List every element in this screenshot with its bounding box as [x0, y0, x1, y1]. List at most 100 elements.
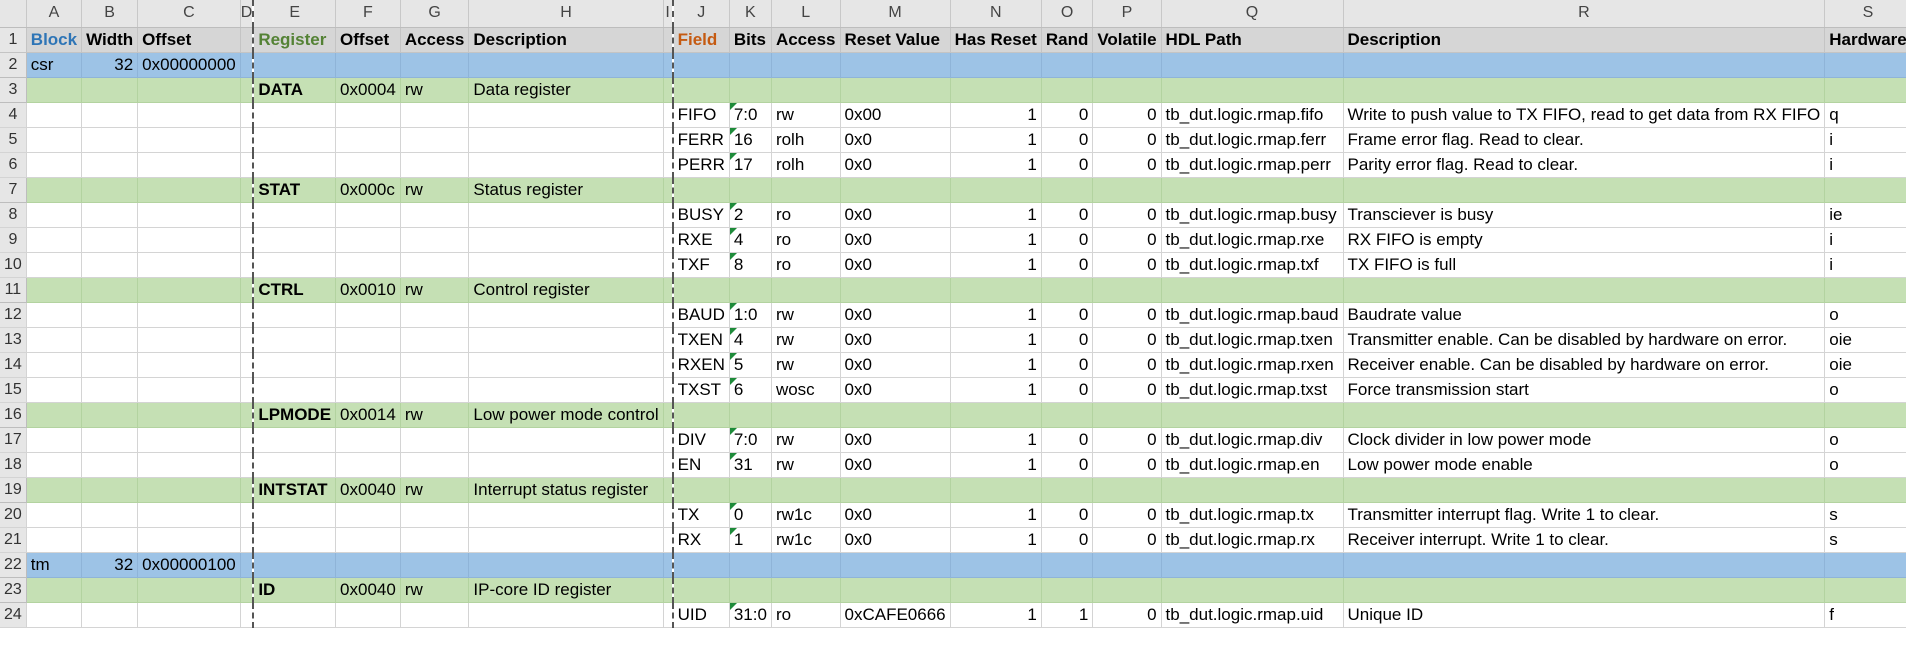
cell[interactable]	[400, 327, 470, 353]
cell[interactable]: BAUD	[671, 302, 730, 328]
cell[interactable]	[137, 502, 241, 528]
cell[interactable]: 7:0	[729, 102, 772, 128]
cell[interactable]: FIFO	[671, 102, 730, 128]
cell[interactable]	[26, 277, 83, 303]
cell[interactable]: DIV	[671, 427, 730, 453]
cell[interactable]	[137, 302, 241, 328]
cell[interactable]: Parity error flag. Read to clear.	[1343, 152, 1826, 178]
cell[interactable]	[81, 602, 139, 628]
cell[interactable]	[771, 77, 841, 103]
cell[interactable]: 1	[950, 352, 1042, 378]
cell[interactable]: Register	[252, 27, 337, 53]
cell[interactable]: 0x0	[840, 252, 951, 278]
cell[interactable]: Transciever is busy	[1343, 202, 1826, 228]
cell[interactable]: Volatile	[1092, 27, 1162, 53]
cell[interactable]: 0x0004	[335, 77, 401, 103]
row-header[interactable]: 9	[0, 227, 27, 253]
cell[interactable]	[26, 427, 83, 453]
cell[interactable]: 1	[950, 377, 1042, 403]
cell[interactable]	[468, 602, 664, 628]
cell[interactable]	[1343, 402, 1826, 428]
cell[interactable]	[468, 527, 664, 553]
cell[interactable]	[1161, 177, 1344, 203]
cell[interactable]	[335, 502, 401, 528]
cell[interactable]	[400, 602, 470, 628]
column-header[interactable]: R	[1343, 0, 1826, 28]
cell[interactable]: i	[1824, 227, 1906, 253]
cell[interactable]: 0	[1041, 327, 1094, 353]
cell[interactable]	[400, 102, 470, 128]
cell[interactable]: TXF	[671, 252, 730, 278]
cell[interactable]: o	[1824, 427, 1906, 453]
column-header[interactable]: N	[950, 0, 1042, 28]
cell[interactable]: tb_dut.logic.rmap.ferr	[1161, 127, 1344, 153]
cell[interactable]	[663, 552, 674, 578]
cell[interactable]	[663, 502, 674, 528]
cell[interactable]: Clock divider in low power mode	[1343, 427, 1826, 453]
cell[interactable]	[400, 52, 470, 78]
column-header[interactable]: K	[729, 0, 772, 28]
cell[interactable]: EN	[671, 452, 730, 478]
cell[interactable]	[26, 102, 83, 128]
row-header[interactable]: 2	[0, 52, 27, 78]
cell[interactable]: 0	[1092, 327, 1162, 353]
cell[interactable]: 1	[1041, 602, 1094, 628]
cell[interactable]: rw	[771, 102, 841, 128]
cell[interactable]	[137, 427, 241, 453]
cell[interactable]	[81, 252, 139, 278]
cell[interactable]: 1	[950, 602, 1042, 628]
cell[interactable]: 0x0	[840, 427, 951, 453]
cell[interactable]: 0	[1092, 452, 1162, 478]
cell[interactable]	[137, 452, 241, 478]
cell[interactable]: tb_dut.logic.rmap.txf	[1161, 252, 1344, 278]
cell[interactable]: 0	[1041, 127, 1094, 153]
cell[interactable]	[400, 527, 470, 553]
cell[interactable]	[468, 102, 664, 128]
cell[interactable]	[81, 352, 139, 378]
cell[interactable]: 0x0	[840, 452, 951, 478]
cell[interactable]	[335, 127, 401, 153]
cell[interactable]: Description	[1343, 27, 1826, 53]
cell[interactable]: 1	[950, 127, 1042, 153]
cell[interactable]	[729, 477, 772, 503]
cell[interactable]: 1	[950, 502, 1042, 528]
cell[interactable]	[663, 127, 674, 153]
cell[interactable]	[81, 427, 139, 453]
cell[interactable]	[663, 327, 674, 353]
cell[interactable]	[240, 327, 254, 353]
cell[interactable]: rolh	[771, 127, 841, 153]
cell[interactable]: 7:0	[729, 427, 772, 453]
cell[interactable]	[252, 327, 337, 353]
cell[interactable]	[26, 227, 83, 253]
cell[interactable]	[663, 527, 674, 553]
cell[interactable]	[335, 52, 401, 78]
cell[interactable]	[400, 377, 470, 403]
cell[interactable]: tb_dut.logic.rmap.div	[1161, 427, 1344, 453]
cell[interactable]	[663, 577, 674, 603]
cell[interactable]	[468, 502, 664, 528]
cell[interactable]	[26, 302, 83, 328]
cell[interactable]	[663, 402, 674, 428]
cell[interactable]: 0	[1041, 252, 1094, 278]
cell[interactable]: 6	[729, 377, 772, 403]
cell[interactable]	[81, 477, 139, 503]
cell[interactable]	[26, 577, 83, 603]
cell[interactable]	[400, 127, 470, 153]
cell[interactable]	[468, 427, 664, 453]
cell[interactable]: tb_dut.logic.rmap.perr	[1161, 152, 1344, 178]
cell[interactable]	[1824, 577, 1906, 603]
cell[interactable]	[663, 27, 674, 53]
row-header[interactable]: 14	[0, 352, 27, 378]
cell[interactable]: rw	[771, 452, 841, 478]
cell[interactable]	[335, 152, 401, 178]
cell[interactable]: 1	[950, 327, 1042, 353]
cell[interactable]: RXE	[671, 227, 730, 253]
cell[interactable]	[1041, 552, 1094, 578]
cell[interactable]: 0x0010	[335, 277, 401, 303]
cell[interactable]	[400, 452, 470, 478]
row-header[interactable]: 12	[0, 302, 27, 328]
cell[interactable]	[335, 102, 401, 128]
cell[interactable]: i	[1824, 152, 1906, 178]
cell[interactable]: ro	[771, 252, 841, 278]
cell[interactable]: 0x0	[840, 352, 951, 378]
